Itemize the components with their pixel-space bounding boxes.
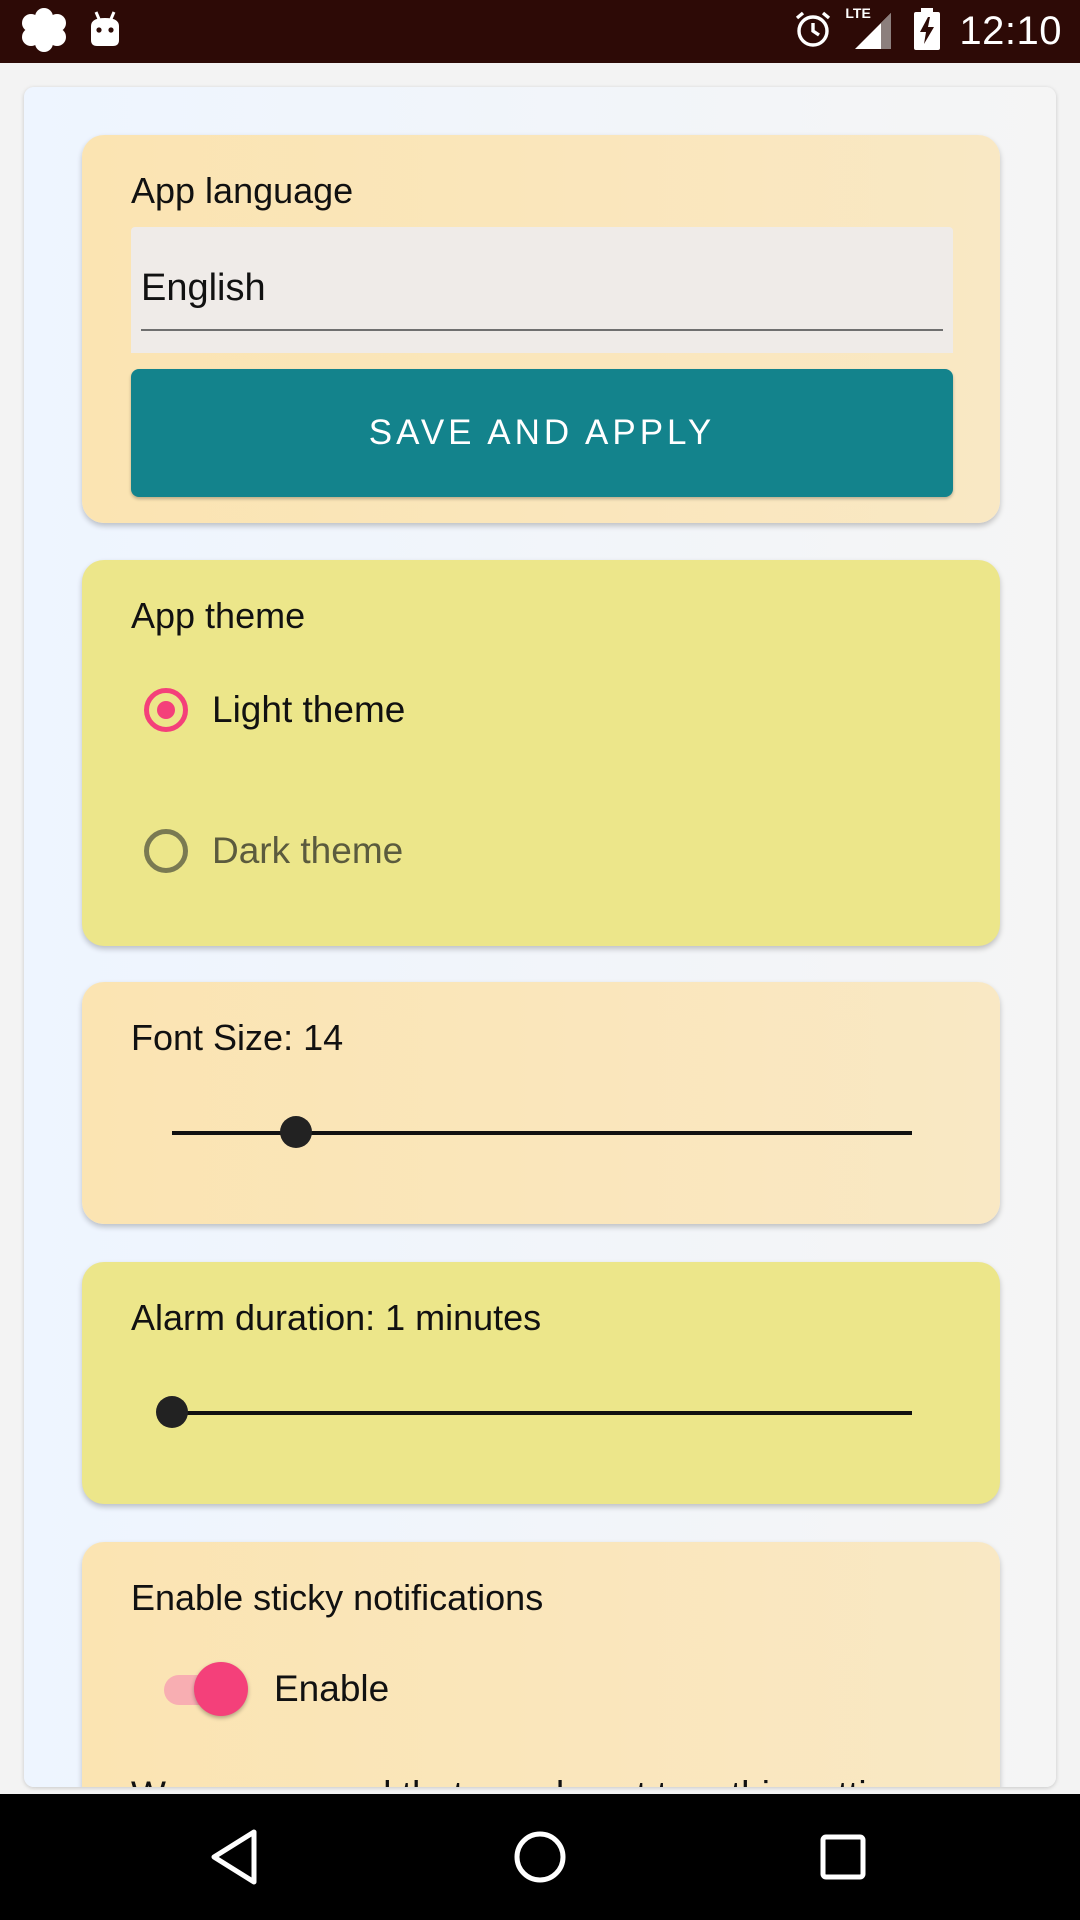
save-and-apply-button[interactable]: SAVE AND APPLY [131, 369, 953, 497]
slider-track [172, 1411, 912, 1415]
clock: 12:10 [959, 9, 1062, 53]
dark-theme-option[interactable]: Dark theme [144, 829, 403, 873]
alarm-icon [793, 9, 833, 54]
language-title: App language [131, 170, 354, 211]
light-theme-label: Light theme [212, 689, 406, 730]
settings-panel: App language English SAVE AND APPLY App … [24, 87, 1056, 1787]
enable-label: Enable [274, 1668, 390, 1709]
language-underline [141, 329, 943, 331]
slider-thumb[interactable] [279, 1116, 312, 1148]
back-icon[interactable] [204, 1824, 270, 1890]
status-bar: LTE 12:10 [0, 0, 1080, 63]
sticky-notifications-title: Enable sticky notifications [131, 1577, 544, 1618]
font-size-slider[interactable] [172, 1112, 912, 1152]
language-card: App language English SAVE AND APPLY [82, 135, 1000, 523]
alarm-duration-card: Alarm duration: 1 minutes [82, 1262, 1000, 1504]
sticky-notifications-note: We recommend that you do not turn this s… [131, 1774, 908, 1787]
alarm-duration-title: Alarm duration: 1 minutes [131, 1297, 542, 1338]
language-value: English [141, 267, 266, 309]
enable-toggle-row[interactable]: Enable [164, 1662, 389, 1716]
navigation-bar [0, 1794, 1080, 1920]
android-icon [88, 10, 122, 55]
battery-charging-icon [913, 8, 941, 55]
theme-card: App theme Light theme Dark theme [82, 560, 1000, 946]
alarm-duration-slider[interactable] [156, 1392, 912, 1432]
enable-toggle[interactable] [164, 1662, 248, 1716]
slider-thumb[interactable] [156, 1396, 188, 1428]
app-icon [22, 8, 66, 57]
dark-theme-radio[interactable] [144, 829, 188, 873]
sticky-notifications-card: Enable sticky notifications Enable We re… [82, 1542, 1000, 1787]
language-dropdown[interactable]: English [131, 227, 953, 353]
home-icon[interactable] [507, 1824, 573, 1890]
network-type-label: LTE [845, 5, 871, 21]
signal-icon: LTE [845, 5, 895, 56]
dark-theme-label: Dark theme [212, 830, 404, 871]
font-size-title: Font Size: 14 [131, 1017, 344, 1058]
light-theme-option[interactable]: Light theme [144, 688, 405, 732]
light-theme-radio[interactable] [144, 688, 188, 732]
toggle-knob [194, 1662, 248, 1716]
recents-icon[interactable] [810, 1824, 876, 1890]
theme-title: App theme [131, 595, 306, 636]
font-size-card: Font Size: 14 [82, 982, 1000, 1224]
